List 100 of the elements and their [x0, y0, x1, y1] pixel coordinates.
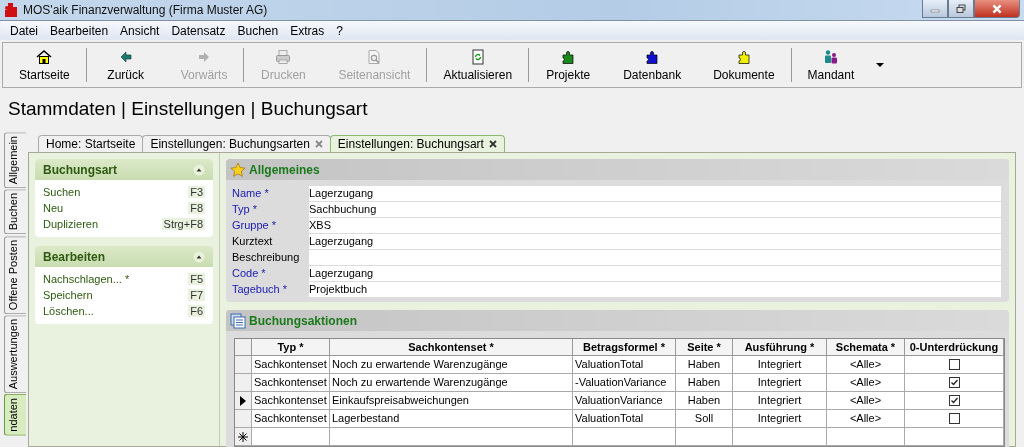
input-field[interactable]: Sachbuchung	[309, 202, 1001, 217]
column-header[interactable]: Ausführung *	[733, 339, 827, 356]
column-header[interactable]: Typ *	[252, 339, 330, 356]
side-tab[interactable]: Auswertungen	[4, 314, 26, 394]
table-cell[interactable]	[330, 428, 573, 446]
table-cell: Haben	[676, 356, 733, 374]
shortcut-key: F8	[188, 202, 205, 214]
side-tab[interactable]: ndaten	[4, 394, 26, 436]
table-cell: Integriert	[733, 392, 827, 410]
field-label: Code *	[232, 266, 267, 281]
shortcut-key: F7	[188, 289, 205, 301]
column-header[interactable]: Sachkontenset *	[330, 339, 573, 356]
table-icon	[230, 312, 246, 329]
table-cell[interactable]	[252, 428, 330, 446]
table-cell[interactable]	[676, 428, 733, 446]
page-heading: Stammdaten | Einstellungen | Buchungsart	[7, 97, 369, 121]
input-field[interactable]: Lagerzugang	[309, 266, 1001, 281]
menu-item[interactable]: Bearbeiten	[44, 23, 115, 38]
new-row-icon	[238, 431, 248, 442]
task-link[interactable]: Duplizieren	[43, 218, 99, 230]
caret-icon[interactable]	[876, 62, 885, 68]
table-cell: <Alle>	[827, 392, 905, 410]
table-cell[interactable]	[905, 428, 1004, 446]
row-header[interactable]	[235, 392, 252, 410]
input-field[interactable]	[309, 250, 1001, 265]
side-tab[interactable]: Allgemein	[4, 132, 26, 189]
field-label: Beschreibung	[232, 250, 301, 265]
page-magnifier-icon	[366, 48, 383, 65]
table-cell: Soll	[676, 410, 733, 428]
toolbar-button[interactable]: Aktualisieren	[435, 46, 521, 84]
tab-label: Einstellungen: Buchungsarten	[150, 137, 310, 151]
table-cell: Integriert	[733, 356, 827, 374]
side-tab[interactable]: Buchen	[4, 189, 26, 235]
table-cell: Noch zu erwartende Warenzugänge	[330, 374, 573, 392]
puzzle-icon	[735, 48, 752, 65]
menu-item[interactable]: ?	[330, 23, 349, 38]
table-cell: ValuationVariance	[573, 392, 676, 410]
input-field[interactable]: XBS	[309, 218, 1001, 233]
shortcut-key: F5	[188, 273, 205, 285]
table-cell: Lagerbestand	[330, 410, 573, 428]
document-tab[interactable]: Einstellungen: Buchungsarten	[142, 135, 331, 152]
side-tab[interactable]: Offene Posten	[4, 235, 26, 314]
printer-icon	[275, 48, 292, 65]
checkbox[interactable]	[948, 377, 960, 388]
menu-item[interactable]: Buchen	[231, 23, 285, 38]
shortcut-key: F3	[188, 186, 205, 198]
shortcut-key: Strg+F8	[161, 218, 205, 230]
puzzle-icon	[644, 48, 661, 65]
current-row-icon	[240, 395, 246, 406]
collapse-icon[interactable]	[193, 250, 205, 263]
minimize-button[interactable]	[922, 0, 948, 18]
table-cell: ValuationTotal	[573, 410, 676, 428]
column-header[interactable]: Schemata *	[827, 339, 905, 356]
table-cell: Integriert	[733, 410, 827, 428]
menu-item[interactable]: Datensatz	[165, 23, 232, 38]
toolbar-button[interactable]: Datenbank	[615, 46, 690, 84]
tab-label: Einstellungen: Buchungsart	[337, 137, 484, 151]
panel-title: Buchungsart	[43, 162, 117, 177]
restore-button[interactable]	[948, 0, 974, 18]
document-tab[interactable]: Home: Startseite	[38, 135, 144, 152]
checkbox[interactable]	[948, 413, 960, 424]
close-icon[interactable]	[488, 140, 497, 148]
toolbar-button[interactable]: Mandant	[799, 46, 863, 84]
field-label: Name *	[232, 186, 270, 201]
table-cell[interactable]	[733, 428, 827, 446]
toolbar-button[interactable]: Zurück	[94, 46, 157, 84]
checkbox[interactable]	[948, 395, 960, 406]
restore-icon	[956, 3, 966, 14]
table-cell[interactable]	[573, 428, 676, 446]
input-field[interactable]: Lagerzugang	[309, 234, 1001, 249]
collapse-icon[interactable]	[193, 163, 205, 176]
menu-item[interactable]: Ansicht	[114, 23, 166, 38]
field-label: Typ *	[232, 202, 259, 217]
header-corner	[235, 339, 252, 356]
menu-item[interactable]: Extras	[284, 23, 331, 38]
table-cell: ValuationTotal	[573, 356, 676, 374]
column-header[interactable]: 0-Unterdrückung	[905, 339, 1004, 356]
column-header[interactable]: Betragsformel *	[573, 339, 676, 356]
toolbar-button[interactable]: Dokumente	[705, 46, 783, 84]
task-link[interactable]: Speichern	[43, 289, 93, 301]
toolbar-button[interactable]: Projekte	[537, 46, 600, 84]
task-link[interactable]: Nachschlagen... *	[43, 273, 130, 285]
checkbox[interactable]	[948, 359, 960, 370]
input-field[interactable]: Projektbuch	[309, 282, 1001, 297]
section-title: Buchungsaktionen	[249, 313, 357, 328]
input-field[interactable]: Lagerzugang	[309, 186, 1001, 201]
section-title: Allgemeines	[249, 162, 320, 177]
table-cell: Einkaufspreisabweichungen	[330, 392, 573, 410]
menu-item[interactable]: Datei	[4, 23, 44, 38]
table-cell: Sachkontenset	[252, 356, 330, 374]
column-header[interactable]: Seite *	[676, 339, 733, 356]
task-link[interactable]: Neu	[43, 202, 64, 214]
close-button[interactable]	[974, 0, 1020, 18]
table-cell[interactable]	[827, 428, 905, 446]
row-header[interactable]	[235, 428, 252, 446]
toolbar-button[interactable]: Startseite	[11, 46, 78, 84]
document-tab[interactable]: Einstellungen: Buchungsart	[329, 135, 505, 152]
task-link[interactable]: Löschen...	[43, 305, 94, 317]
puzzle-icon	[560, 48, 577, 65]
task-link[interactable]: Suchen	[43, 186, 81, 198]
